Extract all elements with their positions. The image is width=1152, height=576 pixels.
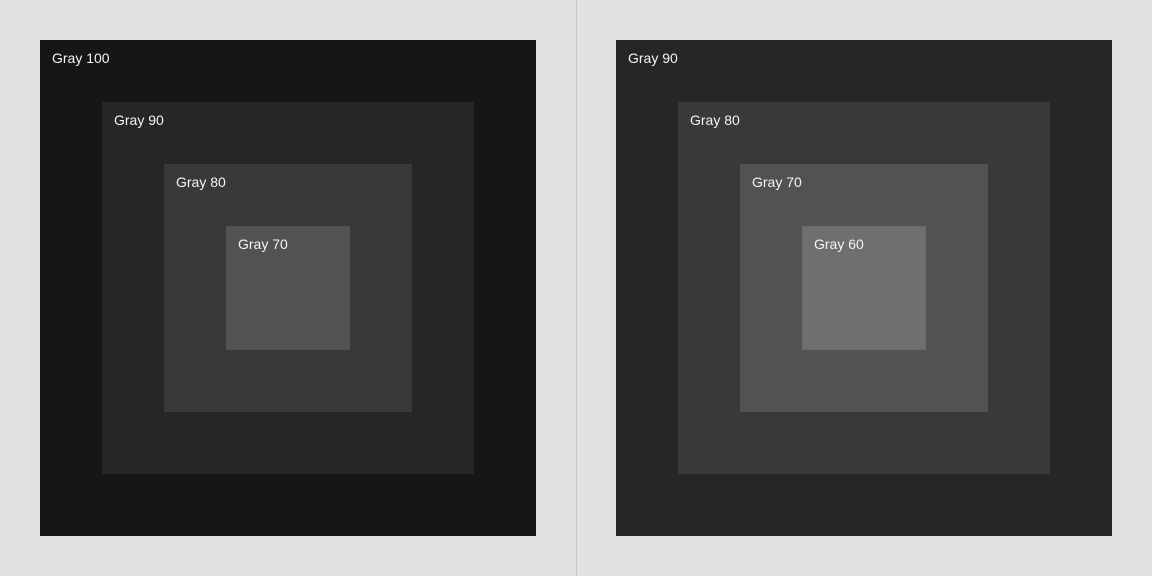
swatch-gray-80: Gray 80 Gray 70 Gray 60	[678, 102, 1050, 474]
swatch-label: Gray 80	[690, 112, 740, 128]
swatch-label: Gray 100	[52, 50, 110, 66]
left-panel: Gray 100 Gray 90 Gray 80 Gray 70	[0, 0, 576, 576]
swatch-label: Gray 90	[114, 112, 164, 128]
swatch-gray-90: Gray 90 Gray 80 Gray 70 Gray 60	[616, 40, 1112, 536]
swatch-label: Gray 90	[628, 50, 678, 66]
right-panel: Gray 90 Gray 80 Gray 70 Gray 60	[576, 0, 1152, 576]
swatch-label: Gray 60	[814, 236, 864, 252]
swatch-label: Gray 70	[752, 174, 802, 190]
swatch-label: Gray 70	[238, 236, 288, 252]
swatch-gray-90: Gray 90 Gray 80 Gray 70	[102, 102, 474, 474]
panel-divider	[576, 0, 577, 576]
swatch-gray-100: Gray 100 Gray 90 Gray 80 Gray 70	[40, 40, 536, 536]
swatch-gray-70: Gray 70	[226, 226, 350, 350]
swatch-label: Gray 80	[176, 174, 226, 190]
swatch-gray-60: Gray 60	[802, 226, 926, 350]
swatch-gray-80: Gray 80 Gray 70	[164, 164, 412, 412]
swatch-gray-70: Gray 70 Gray 60	[740, 164, 988, 412]
